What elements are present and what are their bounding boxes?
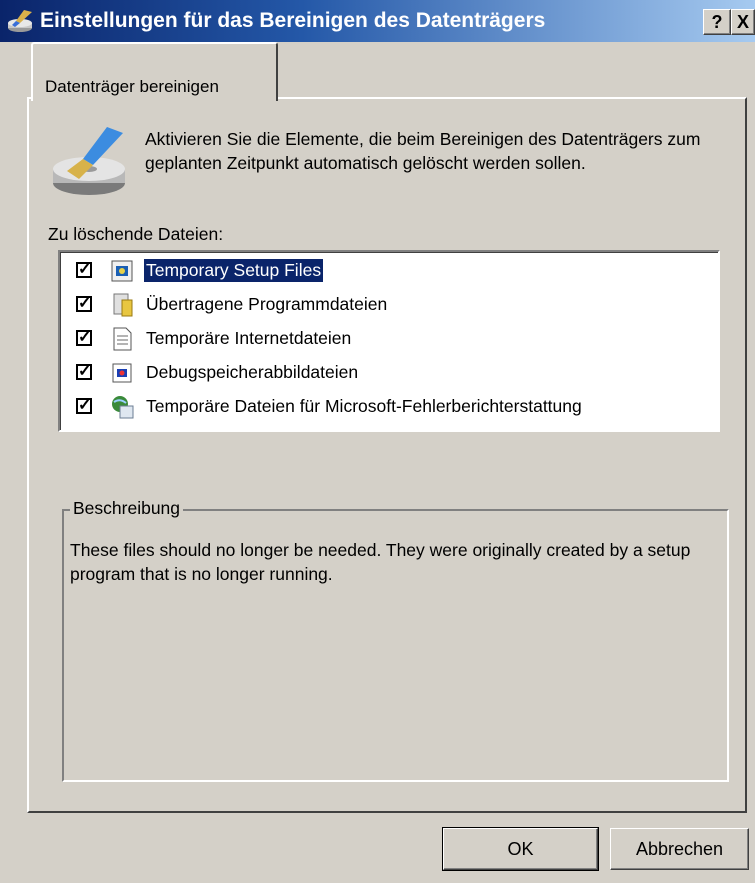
checkbox[interactable]: ✓ <box>76 296 92 312</box>
checkbox[interactable]: ✓ <box>76 364 92 380</box>
dump-files-icon <box>112 363 132 383</box>
window-title: Einstellungen für das Bereinigen des Dat… <box>40 9 546 32</box>
disk-cleanup-icon <box>8 10 32 32</box>
help-button[interactable]: ? <box>703 9 731 35</box>
list-item-label: Debugspeicherabbildateien <box>146 362 359 382</box>
tab-join <box>33 97 272 101</box>
tab-disk-cleanup[interactable]: Datenträger bereinigen <box>31 42 278 101</box>
list-item-label: Temporäre Internetdateien <box>146 328 352 348</box>
list-item[interactable]: ✓ Temporäre Internetdateien <box>64 322 694 356</box>
title-bar[interactable]: Einstellungen für das Bereinigen des Dat… <box>0 0 755 42</box>
files-listbox[interactable]: ✓ Temporary Setup Files ✓ Übertragene Pr… <box>58 250 720 432</box>
description-title: Beschreibung <box>70 498 184 519</box>
list-item[interactable]: ✓ Temporäre Dateien für Microsoft-Fehler… <box>64 390 694 424</box>
setup-files-icon <box>111 260 133 282</box>
error-report-icon <box>112 396 134 419</box>
list-item[interactable]: ✓ Übertragene Programmdateien <box>64 288 694 322</box>
list-item-label: Temporäre Dateien für Microsoft-Fehlerbe… <box>146 396 582 416</box>
description-text: These files should no longer be needed. … <box>70 540 691 584</box>
internet-files-icon <box>113 327 132 351</box>
files-label: Zu löschende Dateien: <box>48 224 224 244</box>
list-item-label: Temporary Setup Files <box>144 259 324 282</box>
program-files-icon <box>113 293 133 317</box>
cancel-button[interactable]: Abbrechen <box>610 828 749 870</box>
partial-item-icon <box>110 428 134 432</box>
list-item[interactable]: ✓ Debugspeicherabbildateien <box>64 356 694 390</box>
list-item-partial <box>64 424 694 432</box>
list-item[interactable]: ✓ Temporary Setup Files <box>64 254 694 288</box>
ok-button[interactable]: OK <box>442 827 599 871</box>
close-button[interactable]: X <box>731 9 755 35</box>
list-item-label: Übertragene Programmdateien <box>146 294 388 314</box>
checkbox[interactable]: ✓ <box>76 398 92 414</box>
disk-cleanup-large-icon <box>53 127 125 195</box>
checkbox[interactable]: ✓ <box>76 330 92 346</box>
checkbox[interactable]: ✓ <box>76 262 92 278</box>
intro-text: Aktivieren Sie die Elemente, die beim Be… <box>145 129 701 173</box>
tab-label: Datenträger bereinigen <box>45 77 219 96</box>
